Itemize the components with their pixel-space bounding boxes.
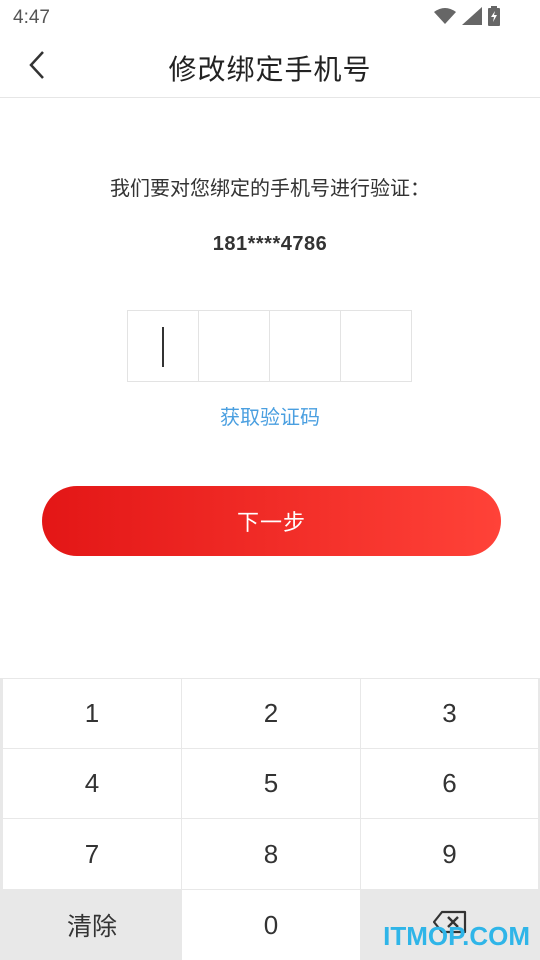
code-input-group[interactable] xyxy=(127,310,412,382)
key-3[interactable]: 3 xyxy=(361,679,538,748)
key-2[interactable]: 2 xyxy=(182,679,360,748)
key-7[interactable]: 7 xyxy=(3,819,181,889)
numeric-keypad: 1 2 3 4 5 6 7 8 9 清除 0 xyxy=(0,678,540,960)
page-title: 修改绑定手机号 xyxy=(168,53,372,86)
key-5[interactable]: 5 xyxy=(182,749,360,818)
watermark: ITMOP.COM xyxy=(383,921,530,951)
key-8[interactable]: 8 xyxy=(182,819,360,889)
next-button[interactable]: 下一步 xyxy=(42,486,501,556)
code-box-4[interactable] xyxy=(340,310,412,382)
get-code-link[interactable]: 获取验证码 xyxy=(0,401,540,430)
masked-phone-number: 181****4786 xyxy=(212,233,328,255)
battery-icon xyxy=(488,6,500,30)
clear-key[interactable]: 清除 xyxy=(3,890,181,960)
status-bar: 4:47 xyxy=(0,0,540,36)
code-box-2[interactable] xyxy=(198,310,270,382)
wifi-icon xyxy=(434,7,456,29)
key-0[interactable]: 0 xyxy=(182,890,360,960)
verify-tip: 我们要对您绑定的手机号进行验证： xyxy=(110,176,430,200)
status-time: 4:47 xyxy=(13,7,50,28)
text-cursor xyxy=(162,327,164,367)
code-box-3[interactable] xyxy=(269,310,341,382)
key-9[interactable]: 9 xyxy=(361,819,538,889)
status-icons xyxy=(434,6,500,30)
key-6[interactable]: 6 xyxy=(361,749,538,818)
header: 修改绑定手机号 xyxy=(0,36,540,98)
key-1[interactable]: 1 xyxy=(3,679,181,748)
signal-icon xyxy=(462,7,482,29)
code-box-1[interactable] xyxy=(127,310,199,382)
key-4[interactable]: 4 xyxy=(3,749,181,818)
